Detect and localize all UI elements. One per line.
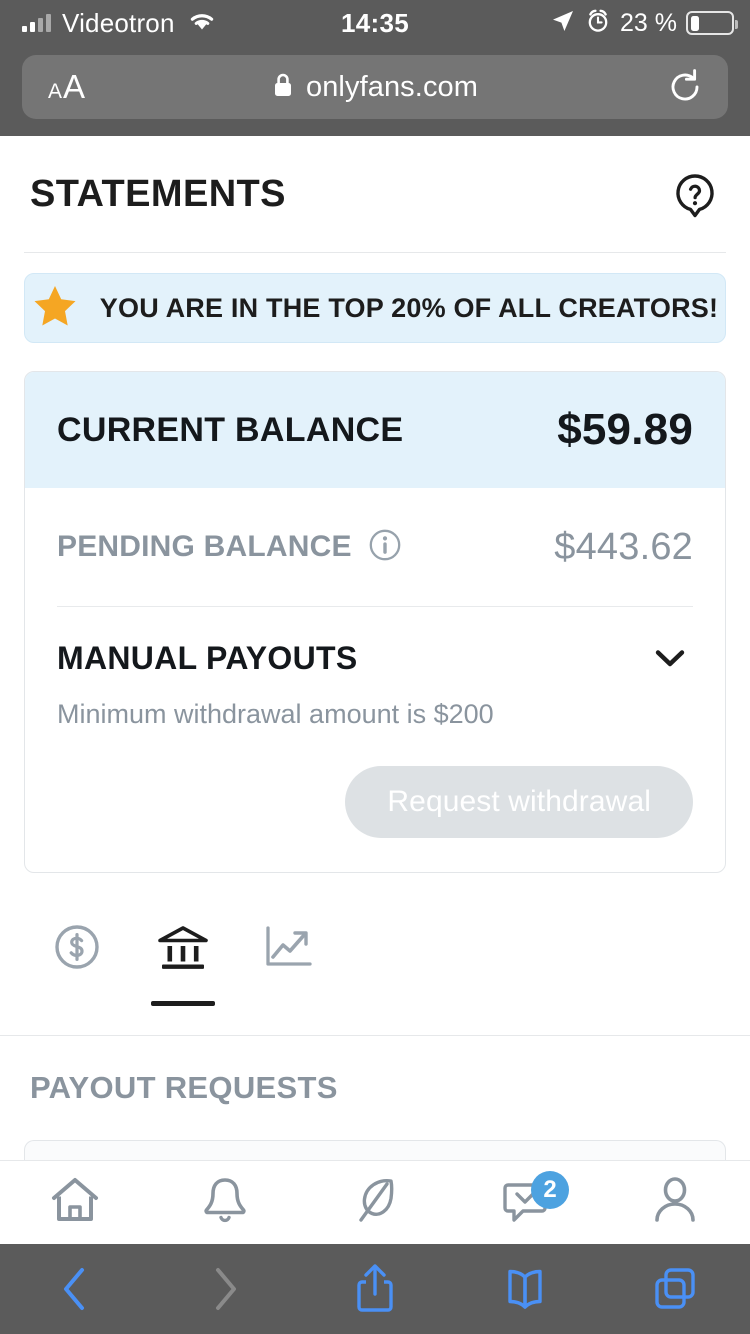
current-balance-label: CURRENT BALANCE xyxy=(57,410,404,449)
dollar-circle-icon xyxy=(52,915,102,979)
browser-forward-button[interactable] xyxy=(150,1244,300,1334)
browser-bottom-toolbar xyxy=(0,1244,750,1334)
home-icon xyxy=(47,1172,103,1233)
chevron-left-icon xyxy=(64,1268,84,1310)
app-bottom-nav: 2 xyxy=(0,1160,750,1244)
page-header: STATEMENTS xyxy=(0,136,750,252)
banner-text: YOU ARE IN THE TOP 20% OF ALL CREATORS! xyxy=(99,292,719,323)
manual-payouts-title: MANUAL PAYOUTS xyxy=(57,639,358,676)
nav-item-messages[interactable]: 2 xyxy=(450,1161,600,1245)
text-size-button[interactable]: AA xyxy=(48,68,85,106)
top-creators-banner: YOU ARE IN THE TOP 20% OF ALL CREATORS! xyxy=(24,273,726,343)
share-icon xyxy=(357,1264,393,1312)
chevron-right-icon xyxy=(216,1268,236,1310)
browser-share-button[interactable] xyxy=(300,1244,450,1334)
address-bar[interactable]: AA onlyfans.com xyxy=(22,55,728,119)
reload-icon[interactable] xyxy=(666,68,704,106)
pending-balance-label: PENDING BALANCE xyxy=(57,530,352,563)
nav-item-profile[interactable] xyxy=(600,1161,750,1245)
address-bar-content: onlyfans.com xyxy=(22,71,728,104)
statement-tabs xyxy=(0,915,750,1019)
browser-tabs-button[interactable] xyxy=(600,1244,750,1334)
current-balance-value: $59.89 xyxy=(557,405,693,454)
bank-icon xyxy=(155,915,211,979)
minimum-withdrawal-note: Minimum withdrawal amount is $200 xyxy=(57,699,494,729)
withdraw-row: Request withdrawal xyxy=(57,766,693,838)
feather-icon xyxy=(347,1172,403,1233)
bell-icon xyxy=(197,1172,253,1233)
tab-statistics[interactable] xyxy=(236,915,342,1019)
tab-payouts[interactable] xyxy=(130,915,236,1019)
user-icon xyxy=(647,1172,703,1233)
alarm-clock-icon xyxy=(585,8,611,39)
trending-up-icon xyxy=(263,915,315,979)
page-title: STATEMENTS xyxy=(30,172,286,215)
payout-requests-title: PAYOUT REQUESTS xyxy=(30,1070,338,1105)
browser-bookmarks-button[interactable] xyxy=(450,1244,600,1334)
browser-back-button[interactable] xyxy=(0,1244,150,1334)
pending-balance-row: PENDING BALANCE $443.62 xyxy=(25,488,725,606)
current-balance-row: CURRENT BALANCE $59.89 xyxy=(25,372,725,488)
tab-earnings[interactable] xyxy=(24,915,130,1019)
pending-balance-left: PENDING BALANCE xyxy=(57,528,402,567)
browser-top-chrome: Videotron 14:35 23 % A A onlyfans.com xyxy=(0,0,750,136)
manual-payouts-section: MANUAL PAYOUTS Minimum withdrawal amount… xyxy=(25,607,725,872)
info-icon[interactable] xyxy=(368,528,402,567)
help-question-icon[interactable] xyxy=(668,167,722,221)
nav-item-new-post[interactable] xyxy=(300,1161,450,1245)
lock-icon xyxy=(272,71,294,104)
header-divider xyxy=(24,252,726,253)
pending-balance-value: $443.62 xyxy=(554,525,693,568)
chevron-down-icon[interactable] xyxy=(647,635,693,681)
tabs-icon xyxy=(655,1268,695,1309)
tab-underline-payouts xyxy=(151,1001,215,1006)
tab-underline-earnings xyxy=(45,1001,109,1006)
request-withdrawal-button[interactable]: Request withdrawal xyxy=(345,766,693,838)
battery-percent-label: 23 % xyxy=(620,8,677,37)
nav-item-home[interactable] xyxy=(0,1161,150,1245)
status-bar-right: 23 % xyxy=(550,8,738,39)
star-icon xyxy=(32,283,78,334)
balance-card: CURRENT BALANCE $59.89 PENDING BALANCE $… xyxy=(24,371,726,873)
battery-icon xyxy=(686,11,738,35)
url-text: onlyfans.com xyxy=(305,70,479,103)
page-content: STATEMENTS YOU ARE IN THE TOP 20% OF ALL… xyxy=(0,136,750,1238)
status-bar: Videotron 14:35 23 % xyxy=(0,0,750,46)
manual-payouts-header[interactable]: MANUAL PAYOUTS xyxy=(57,635,693,681)
phone-screen: Videotron 14:35 23 % A A onlyfans.com ST… xyxy=(0,0,750,1334)
location-arrow-icon xyxy=(550,8,576,39)
tab-underline-statistics xyxy=(257,1001,321,1006)
nav-item-notifications[interactable] xyxy=(150,1161,300,1245)
book-icon xyxy=(508,1269,542,1309)
message-badge: 2 xyxy=(531,1170,569,1209)
